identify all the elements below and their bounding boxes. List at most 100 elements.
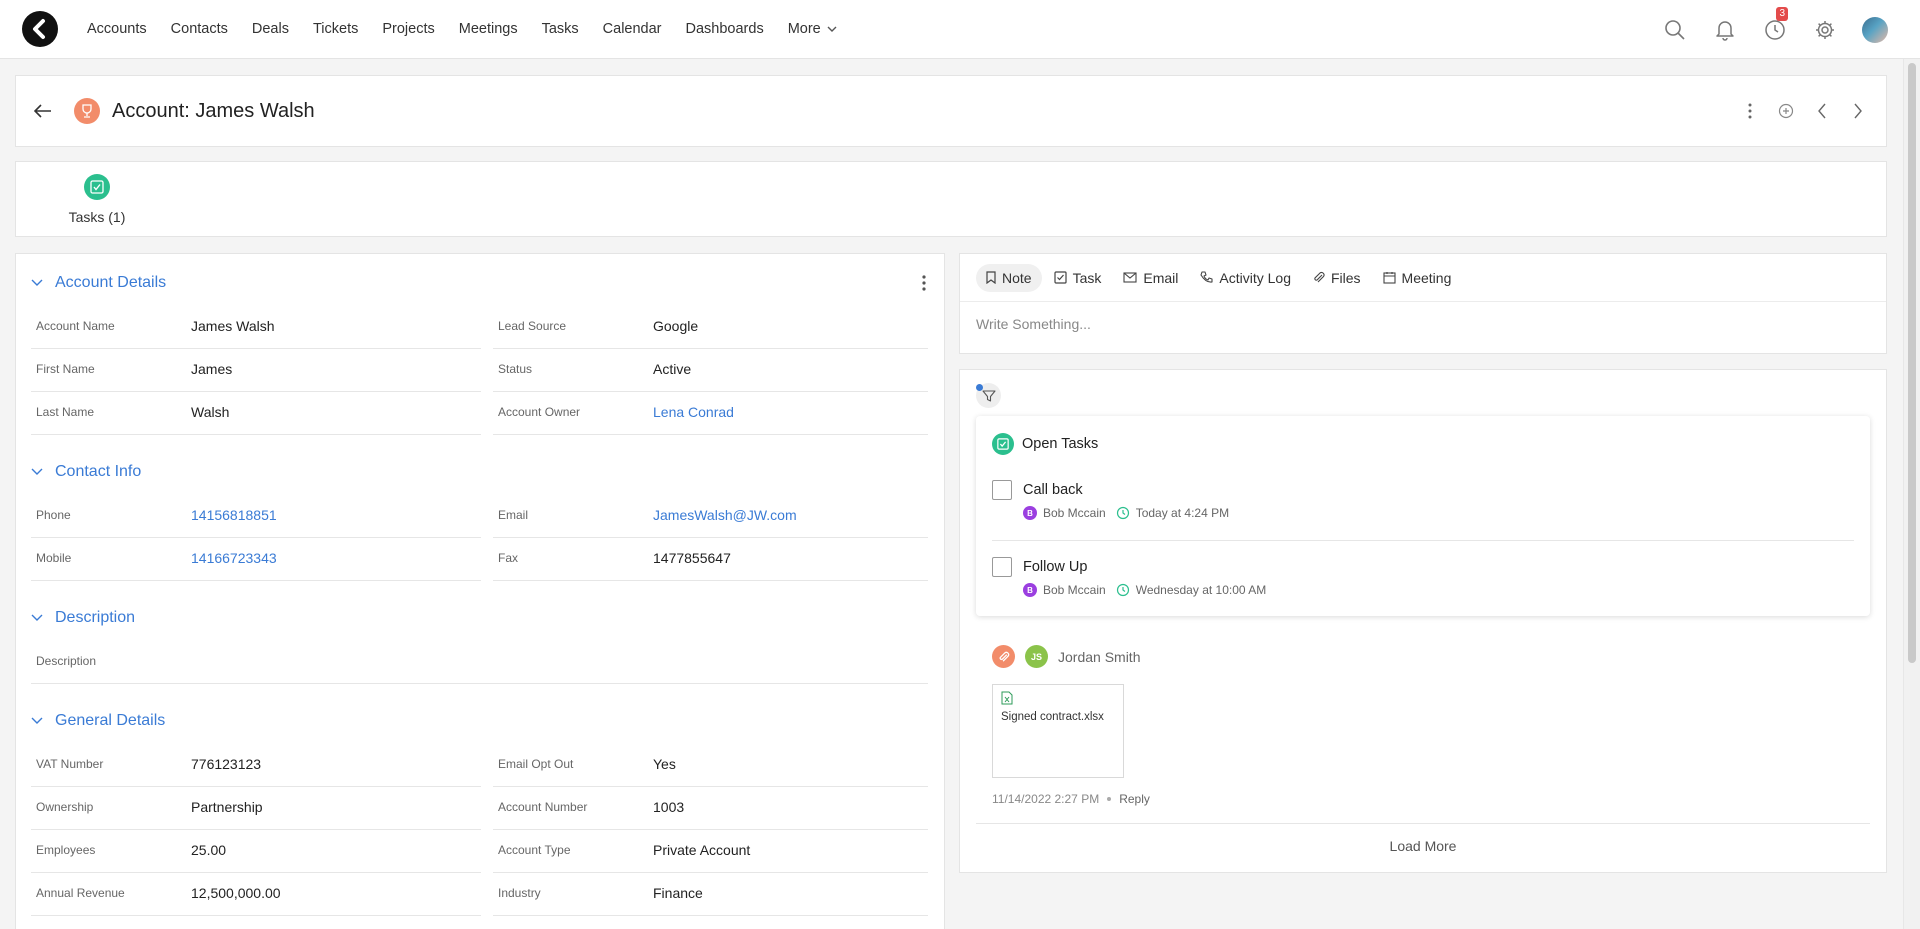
details-menu-button[interactable] [922, 275, 926, 294]
task-check-icon [992, 433, 1014, 455]
field-label: Email Opt Out [498, 757, 574, 771]
note-input[interactable]: Write Something... [960, 302, 1886, 346]
section-title: Description [55, 609, 136, 626]
nav-tickets[interactable]: Tickets [313, 21, 358, 37]
field-value: Partnership [191, 799, 263, 815]
file-attachment[interactable]: Signed contract.xlsx [992, 684, 1124, 778]
task-check-icon [84, 174, 110, 200]
more-actions-button[interactable] [1732, 103, 1768, 119]
avatar [1862, 16, 1888, 43]
field-fax: Fax 1477855647 [493, 538, 928, 581]
field-label: Account Type [498, 843, 571, 857]
nav-utilities: 3 [1650, 0, 1920, 59]
field-ownership: Ownership Partnership [31, 787, 481, 830]
previous-record-button[interactable] [1804, 103, 1840, 119]
task-item: Follow Up B Bob Mccain Wednesday at 10:0… [992, 557, 1854, 607]
chevron-down-icon [31, 468, 43, 475]
tab-meeting[interactable]: Meeting [1373, 264, 1462, 292]
filter-active-dot [976, 384, 983, 391]
nav-meetings[interactable]: Meetings [459, 21, 518, 37]
record-header: Account: James Walsh [15, 75, 1887, 147]
section-general-details[interactable]: General Details [31, 712, 165, 730]
back-button[interactable] [34, 104, 58, 118]
email-link[interactable]: JamesWalsh@JW.com [653, 507, 797, 523]
field-value: Active [653, 361, 692, 377]
field-mobile: Mobile 14166723343 [31, 538, 481, 581]
tab-files[interactable]: Files [1303, 264, 1371, 292]
chevron-left-icon [1818, 103, 1826, 119]
nav-tasks[interactable]: Tasks [542, 21, 579, 37]
page-scrollbar[interactable] [1903, 59, 1920, 929]
field-status: Status Active [493, 349, 928, 392]
add-record-button[interactable] [1768, 103, 1804, 119]
tab-activity-log[interactable]: Activity Log [1190, 264, 1301, 292]
calendar-icon [1382, 272, 1396, 284]
nav-projects[interactable]: Projects [382, 21, 434, 37]
task-title[interactable]: Follow Up [1023, 559, 1087, 575]
field-label: Account Number [498, 800, 588, 814]
task-complete-checkbox[interactable] [992, 557, 1012, 577]
app-logo[interactable] [22, 11, 58, 47]
scrollbar-thumb[interactable] [1908, 63, 1916, 663]
divider [976, 823, 1870, 824]
kebab-menu-icon [922, 275, 926, 291]
account-owner-link[interactable]: Lena Conrad [653, 404, 734, 420]
next-record-button[interactable] [1840, 103, 1876, 119]
user-avatar: JS [1025, 645, 1048, 668]
tab-label: Files [1330, 269, 1361, 286]
chevron-down-icon [31, 717, 43, 724]
task-complete-checkbox[interactable] [992, 480, 1012, 500]
field-vat-number: VAT Number 776123123 [31, 744, 481, 787]
task-owner: Bob Mccain [1043, 506, 1106, 520]
reply-link[interactable]: Reply [1119, 792, 1150, 806]
tab-label: Task [1072, 269, 1102, 286]
related-tasks[interactable]: Tasks (1) [54, 174, 140, 225]
top-navigation-bar: Accounts Contacts Deals Tickets Projects… [0, 0, 1920, 59]
attachment-icon [992, 645, 1015, 668]
settings-button[interactable] [1800, 19, 1850, 41]
load-more-button[interactable]: Load More [960, 838, 1886, 854]
related-lists-bar: Tasks (1) [15, 161, 1887, 237]
notifications-button[interactable] [1700, 19, 1750, 41]
nav-calendar[interactable]: Calendar [603, 21, 662, 37]
field-label: Phone [36, 508, 71, 522]
activity-footer: 11/14/2022 2:27 PM Reply [992, 792, 1150, 806]
field-account-name: Account Name James Walsh [31, 306, 481, 349]
field-label: Status [498, 362, 533, 376]
nav-contacts[interactable]: Contacts [171, 21, 228, 37]
reminders-button[interactable]: 3 [1750, 6, 1800, 41]
section-title: Contact Info [55, 463, 142, 480]
gear-icon [1816, 20, 1834, 39]
related-tasks-label: Tasks (1) [68, 209, 126, 225]
separator-dot [1107, 797, 1112, 801]
section-description[interactable]: Description [31, 609, 135, 627]
chevron-down-icon [827, 26, 837, 32]
field-label: Lead Source [498, 319, 567, 333]
tab-task[interactable]: Task [1044, 264, 1112, 292]
excel-file-icon [1001, 691, 1013, 705]
phone-link[interactable]: 14156818851 [191, 507, 277, 523]
clock-icon [1116, 583, 1129, 597]
nav-deals[interactable]: Deals [252, 21, 289, 37]
section-contact-info[interactable]: Contact Info [31, 463, 141, 481]
tab-email[interactable]: Email [1113, 264, 1188, 292]
tab-note[interactable]: Note [976, 263, 1042, 292]
nav-more-menu[interactable]: More [788, 21, 837, 37]
mobile-link[interactable]: 14166723343 [191, 550, 277, 566]
header-actions [1732, 76, 1876, 146]
nav-dashboards[interactable]: Dashboards [686, 21, 764, 37]
field-label: Employees [36, 843, 96, 857]
section-title: Account Details [55, 274, 167, 291]
search-button[interactable] [1650, 19, 1700, 41]
chevron-down-icon [31, 614, 43, 621]
section-account-details[interactable]: Account Details [31, 274, 166, 292]
bell-icon [1716, 20, 1734, 41]
nav-accounts[interactable]: Accounts [87, 21, 147, 37]
clock-icon [1765, 19, 1785, 40]
field-last-name: Last Name Walsh [31, 392, 481, 435]
clock-icon [1116, 506, 1129, 520]
field-lead-source: Lead Source Google [493, 306, 928, 349]
phone-icon [1200, 271, 1213, 283]
user-avatar-button[interactable] [1850, 16, 1900, 43]
task-title[interactable]: Call back [1023, 482, 1083, 498]
